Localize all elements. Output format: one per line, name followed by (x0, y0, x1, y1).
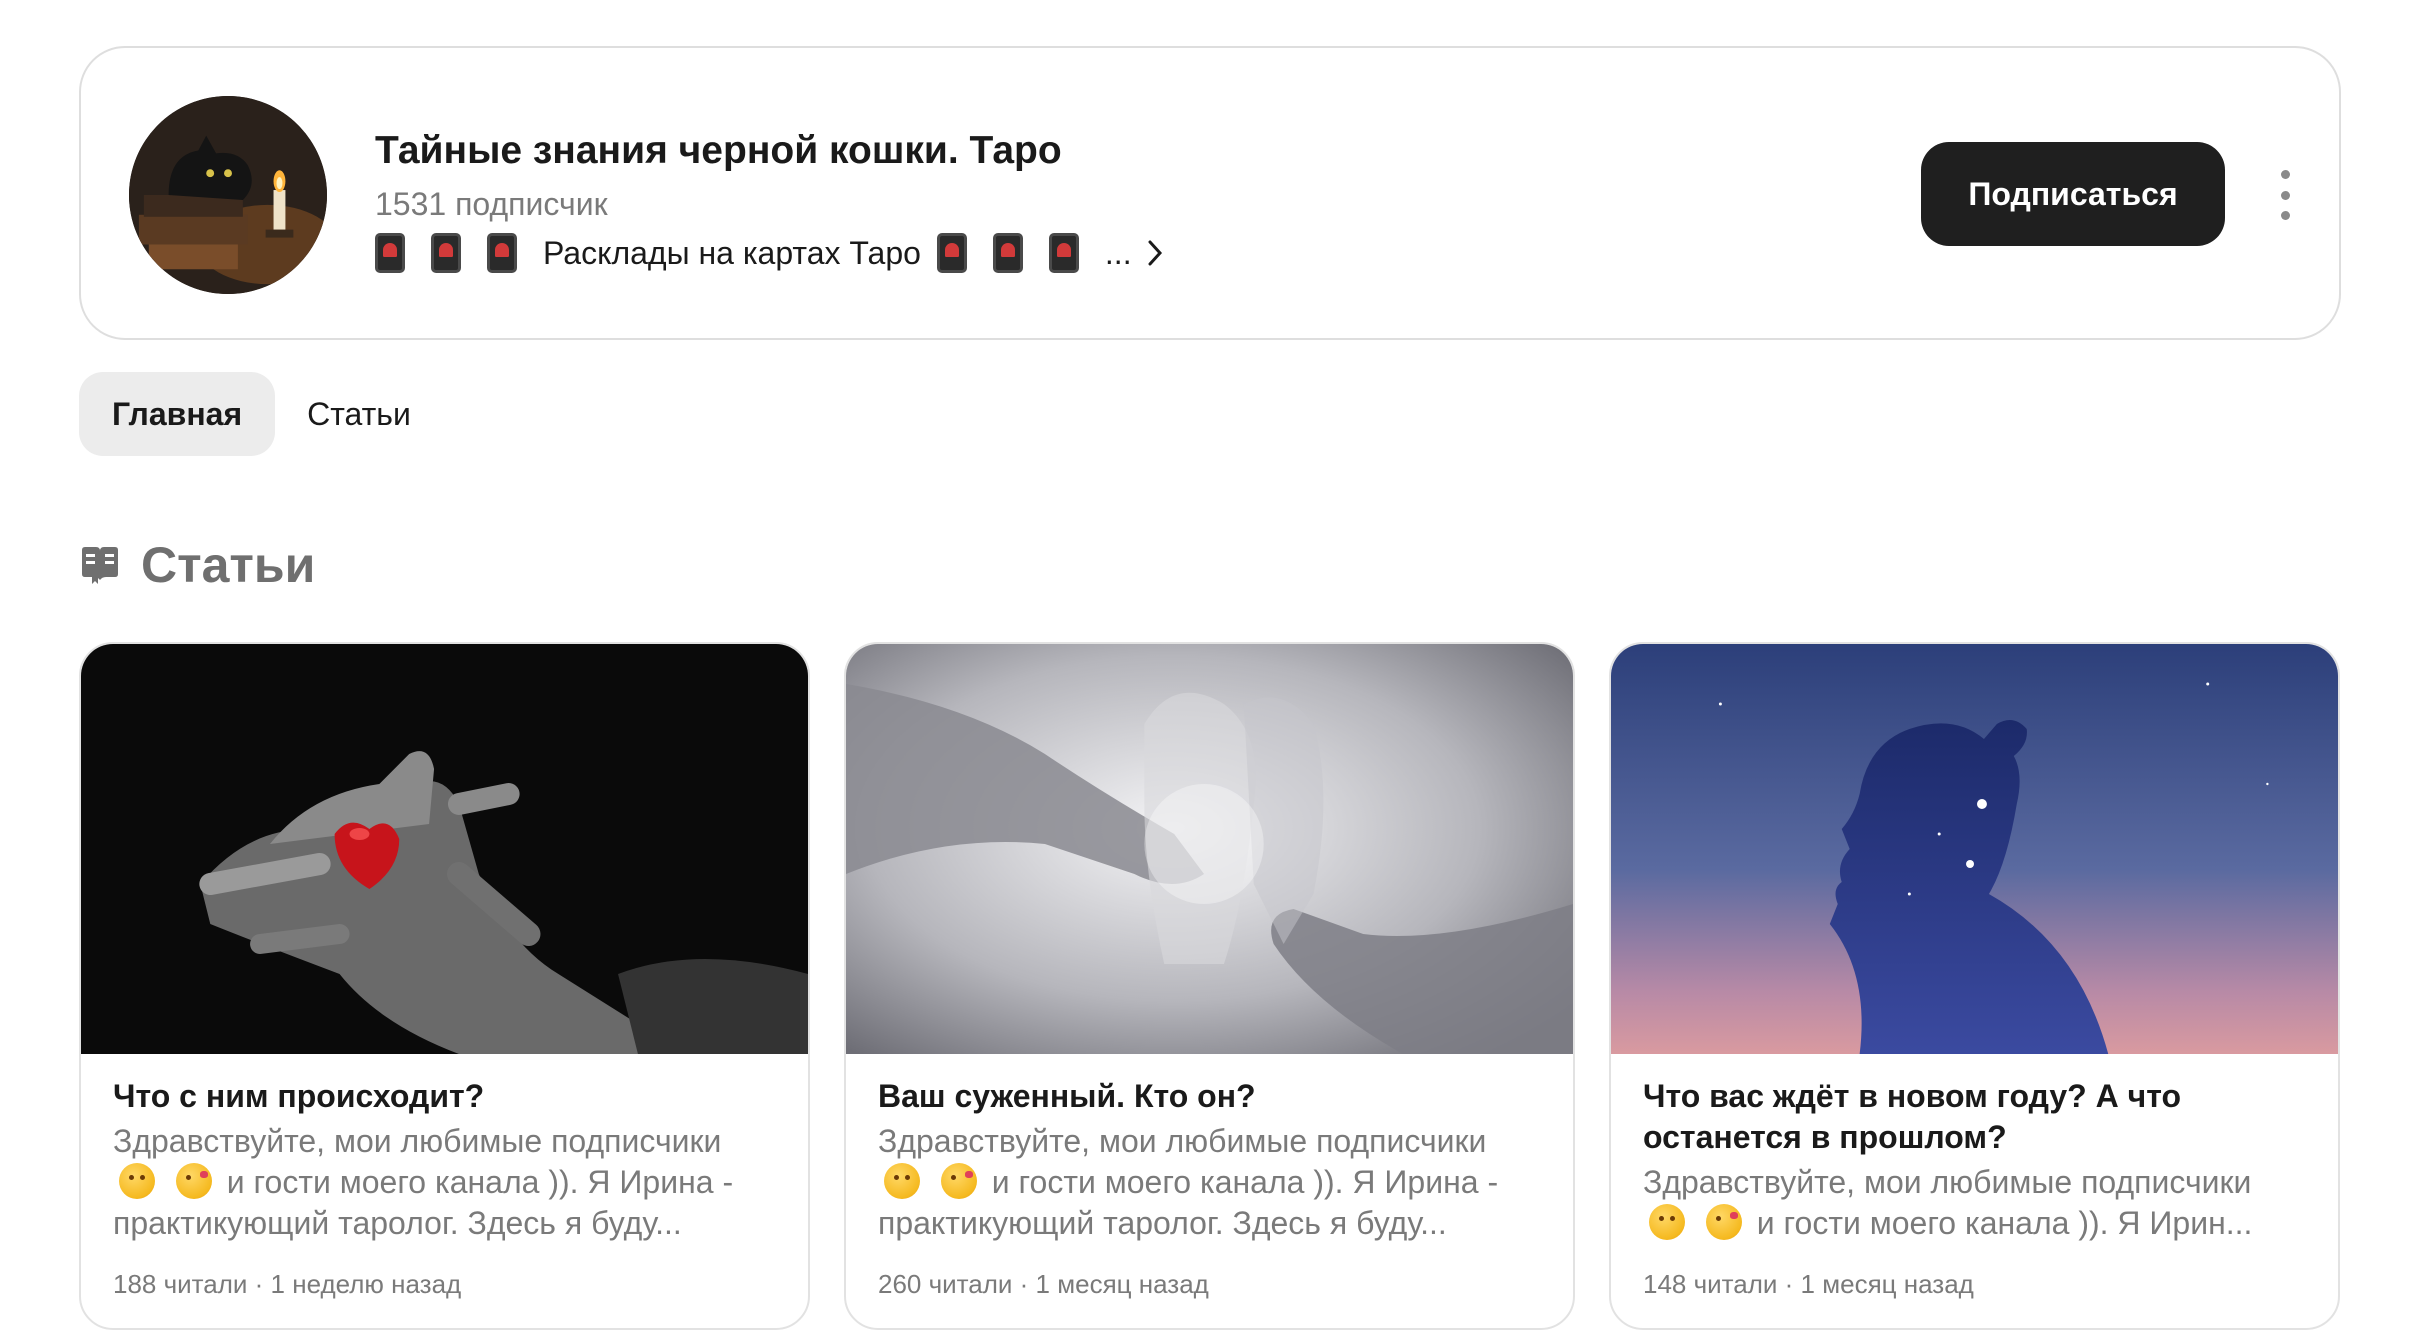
hugging-face-icon (1649, 1204, 1685, 1240)
reaching-hands-image-art (846, 644, 1573, 1054)
dot (2280, 211, 2290, 220)
dot (2280, 170, 2290, 179)
channel-title[interactable]: Тайные знания черной кошки. Таро (375, 126, 1875, 176)
tab-main[interactable]: Главная (79, 372, 276, 456)
vertical-dots-icon[interactable] (2273, 170, 2297, 220)
smiling-face-with-hearts-icon (1705, 1204, 1742, 1240)
article-body: Что вас ждёт в новом году? А что останет… (1611, 1054, 2338, 1244)
woman-silhouette-stars-image[interactable] (1611, 644, 2338, 1054)
article-title[interactable]: Что вас ждёт в новом году? А что останет… (1643, 1076, 2306, 1158)
article-meta: 188 читали · 1 неделю назад (113, 1269, 462, 1299)
section-title: Статьи (141, 537, 316, 593)
articles-list: Что с ним происходит? Здравствуйте, мои … (79, 642, 2340, 1330)
subscribe-button[interactable]: Подписаться (1921, 142, 2225, 246)
channel-header-card: Тайные знания черной кошки. Таро 1531 по… (79, 46, 2341, 340)
section-header: Статьи (79, 536, 315, 594)
snippet-line: и гости моего канала )). Я Ирина - (991, 1164, 1499, 1200)
subscriber-count: 1531 подписчик (375, 186, 608, 222)
snippet-line: практикующий таролог. Здесь я буду... (113, 1205, 682, 1241)
snippet-line: Здравствуйте, мои любимые подписчики (113, 1123, 722, 1159)
article-body: Ваш суженный. Кто он? Здравствуйте, мои … (846, 1054, 1573, 1244)
tarot-card-icon (375, 233, 405, 273)
article-meta: 260 читали · 1 месяц назад (878, 1269, 1209, 1299)
article-snippet: Здравствуйте, мои любимые подписчики и г… (878, 1121, 1541, 1244)
article-meta: 148 читали · 1 месяц назад (1643, 1269, 1974, 1299)
tarot-card-icon (487, 233, 517, 273)
tarot-card-icon (1048, 233, 1079, 273)
tarot-card-icon (936, 233, 967, 273)
article-title[interactable]: Ваш суженный. Кто он? (878, 1076, 1541, 1117)
hand-holding-heart-image-art (81, 644, 808, 1054)
hugging-face-icon (119, 1163, 155, 1199)
article-card[interactable]: Что с ним происходит? Здравствуйте, мои … (79, 642, 810, 1330)
smiling-face-with-hearts-icon (940, 1163, 977, 1199)
channel-info: Тайные знания черной кошки. Таро 1531 по… (375, 126, 1875, 276)
article-snippet: Здравствуйте, мои любимые подписчики и г… (1643, 1162, 2306, 1244)
snippet-line: Здравствуйте, мои любимые подписчики (878, 1123, 1487, 1159)
snippet-line: практикующий таролог. Здесь я буду... (878, 1205, 1447, 1241)
article-title[interactable]: Что с ним происходит? (113, 1076, 776, 1117)
snippet-line: и гости моего канала )). Я Ирина - (226, 1164, 734, 1200)
tarot-card-icon (431, 233, 461, 273)
tab-articles[interactable]: Статьи (295, 372, 423, 456)
channel-avatar[interactable] (129, 96, 327, 294)
chevron-right-icon[interactable] (1146, 238, 1164, 268)
reaching-hands-image[interactable] (846, 644, 1573, 1054)
article-card[interactable]: Ваш суженный. Кто он? Здравствуйте, мои … (844, 642, 1575, 1330)
channel-description[interactable]: Расклады на картах Таро ... (375, 230, 1875, 276)
article-body: Что с ним происходит? Здравствуйте, мои … (81, 1054, 808, 1244)
description-ellipsis: ... (1104, 235, 1132, 271)
hand-holding-heart-image[interactable] (81, 644, 808, 1054)
tarot-card-icon (992, 233, 1023, 273)
smiling-face-with-hearts-icon (175, 1163, 212, 1199)
snippet-line: Здравствуйте, мои любимые подписчики (1643, 1164, 2252, 1200)
channel-tabs: Главная Статьи (79, 372, 423, 456)
article-snippet: Здравствуйте, мои любимые подписчики и г… (113, 1121, 776, 1244)
woman-silhouette-stars-image-art (1611, 644, 2338, 1054)
page: Тайные знания черной кошки. Таро 1531 по… (0, 0, 2422, 1332)
black-cat-candle-icon (129, 96, 327, 294)
description-text: Расклады на картах Таро (543, 235, 921, 271)
dot (2280, 190, 2290, 200)
snippet-line: и гости моего канала )). Я Ирин... (1756, 1205, 2253, 1241)
hugging-face-icon (884, 1163, 920, 1199)
article-card[interactable]: Что вас ждёт в новом году? А что останет… (1609, 642, 2340, 1330)
book-open-icon (82, 547, 118, 584)
